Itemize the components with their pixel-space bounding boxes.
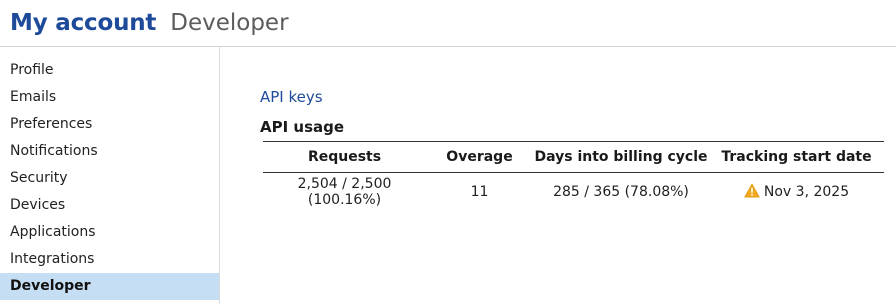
sidebar-item-preferences[interactable]: Preferences bbox=[0, 111, 219, 138]
page-subtitle: Developer bbox=[170, 10, 289, 36]
header-overage: Overage bbox=[426, 141, 533, 173]
sidebar-item-devices[interactable]: Devices bbox=[0, 192, 219, 219]
sidebar-item-notifications[interactable]: Notifications bbox=[0, 138, 219, 165]
warning-icon bbox=[744, 183, 760, 198]
sidebar: Profile Emails Preferences Notifications… bbox=[0, 47, 220, 304]
cell-tracking-start: Nov 3, 2025 bbox=[709, 173, 884, 211]
api-usage-table: Requests Overage Days into billing cycle… bbox=[263, 141, 884, 211]
header-requests: Requests bbox=[263, 141, 426, 173]
header-days-into-billing-cycle: Days into billing cycle bbox=[533, 141, 709, 173]
header-tracking-start-date: Tracking start date bbox=[709, 141, 884, 173]
cell-days: 285 / 365 (78.08%) bbox=[553, 183, 689, 200]
page-title: My account bbox=[10, 10, 157, 36]
table-header-row: Requests Overage Days into billing cycle… bbox=[263, 141, 884, 173]
api-keys-link[interactable]: API keys bbox=[260, 88, 323, 106]
sidebar-item-security[interactable]: Security bbox=[0, 165, 219, 192]
page-header: My account Developer bbox=[0, 0, 896, 47]
sidebar-item-profile[interactable]: Profile bbox=[0, 57, 219, 84]
table-row: 2,504 / 2,500 (100.16%) 11 285 / 365 (78… bbox=[263, 173, 884, 211]
tracking-start-date: Nov 3, 2025 bbox=[763, 184, 850, 201]
sidebar-item-developer[interactable]: Developer bbox=[0, 273, 219, 300]
sidebar-item-integrations[interactable]: Integrations bbox=[0, 246, 219, 273]
api-usage-heading: API usage bbox=[260, 118, 345, 136]
cell-requests: 2,504 / 2,500 (100.16%) bbox=[297, 175, 392, 208]
sidebar-item-applications[interactable]: Applications bbox=[0, 219, 219, 246]
sidebar-item-emails[interactable]: Emails bbox=[0, 84, 219, 111]
cell-overage: 11 bbox=[470, 183, 489, 200]
